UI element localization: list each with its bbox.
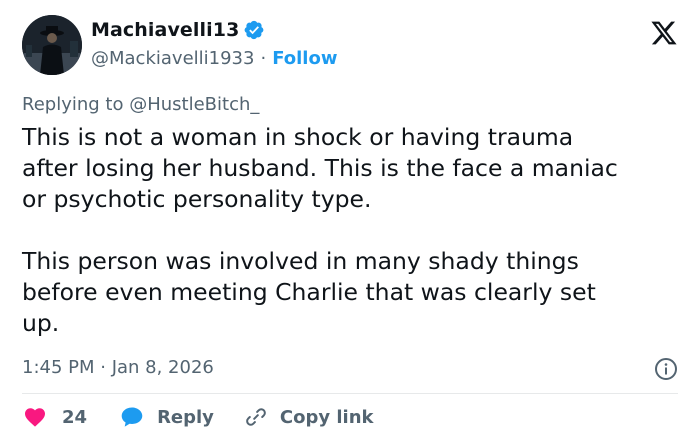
tweet-timestamp[interactable]: 1:45 PM · Jan 8, 2026	[22, 357, 214, 378]
separator-dot: ·	[260, 48, 267, 69]
follow-button[interactable]: Follow	[272, 48, 337, 69]
like-button[interactable]: 24	[22, 405, 87, 429]
reply-label: Reply	[157, 406, 214, 428]
link-icon	[246, 408, 266, 426]
like-count: 24	[62, 406, 88, 428]
tweet-text: This is not a woman in shock or having t…	[22, 123, 618, 337]
author-handle[interactable]: @Mackiavelli1933	[91, 48, 254, 69]
divider	[22, 393, 678, 394]
action-bar: 24 Reply Copy link	[22, 405, 374, 429]
replying-to-prefix: Replying to	[22, 94, 130, 115]
replying-to-mention[interactable]: @HustleBitch_	[129, 94, 259, 115]
author-handle-row: @Mackiavelli1933 · Follow	[91, 48, 337, 69]
reply-bubble-icon	[121, 407, 143, 427]
x-logo-icon[interactable]	[650, 19, 678, 47]
info-icon[interactable]	[654, 357, 678, 381]
verified-badge-icon	[243, 19, 265, 41]
tweet-embed-card: Machiavelli13 @Mackiavelli1933 · Follow …	[0, 0, 700, 447]
copy-link-label: Copy link	[279, 406, 374, 428]
heart-icon	[25, 408, 45, 427]
copy-link-button[interactable]: Copy link	[244, 405, 374, 429]
avatar-image	[22, 15, 82, 75]
replying-to-line: Replying to @HustleBitch_	[22, 94, 259, 115]
author-display-name[interactable]: Machiavelli13	[91, 19, 239, 41]
reply-button[interactable]: Reply	[119, 405, 214, 429]
author-name-row: Machiavelli13	[91, 19, 265, 41]
avatar[interactable]	[22, 15, 82, 75]
